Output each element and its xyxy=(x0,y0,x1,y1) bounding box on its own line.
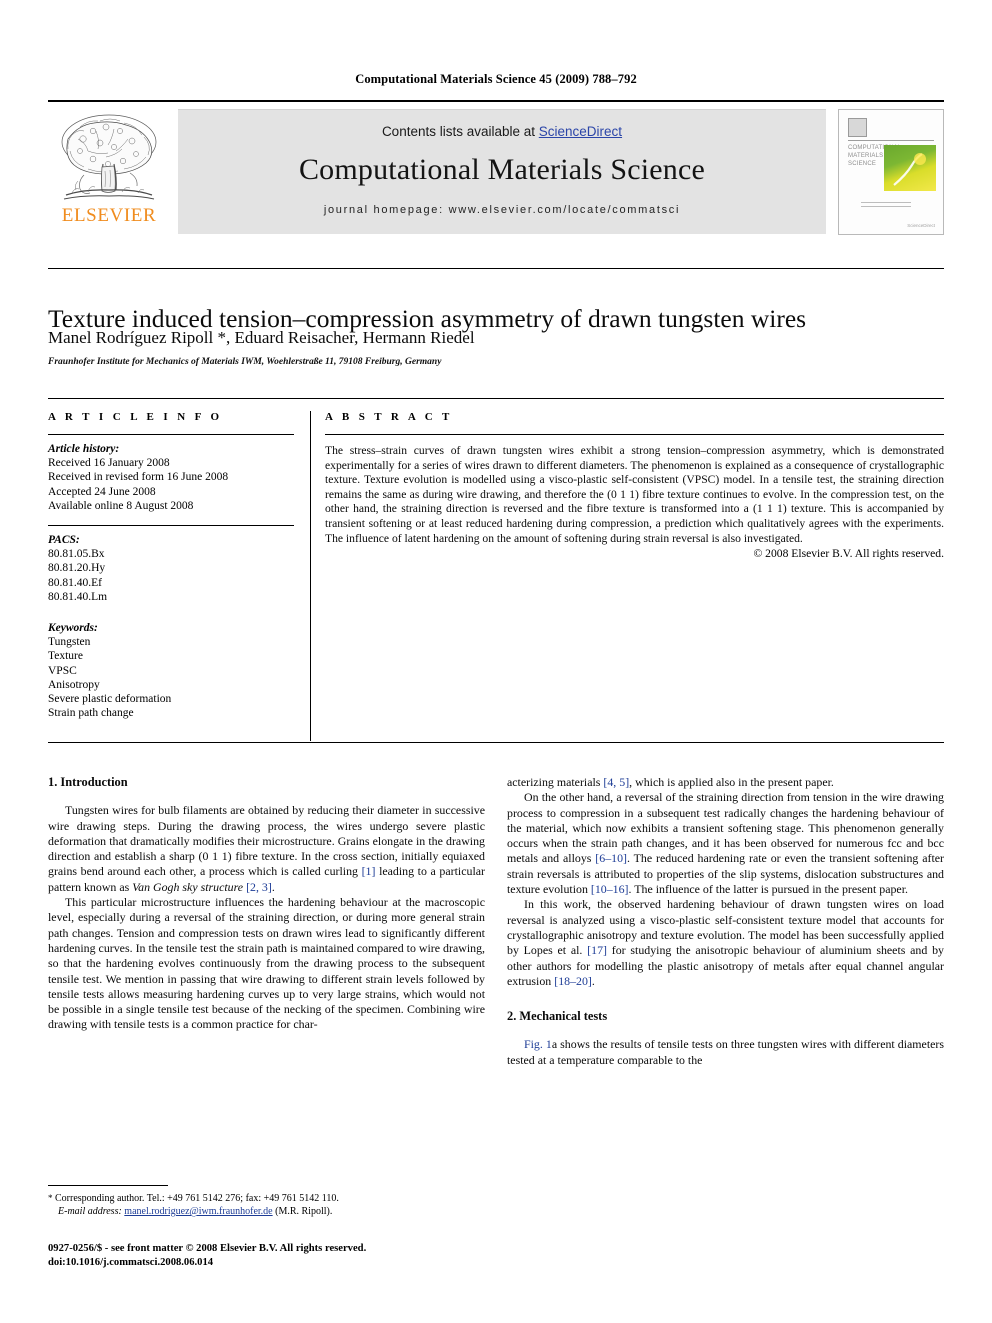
email-label: E-mail address: xyxy=(58,1206,122,1217)
keyword-item: Tungsten xyxy=(48,636,91,649)
body-paragraph: On the other hand, a reversal of the str… xyxy=(507,790,944,897)
cover-footer: ScienceDirect xyxy=(848,223,935,228)
cover-rule xyxy=(848,140,934,141)
footer-issn-line: 0927-0256/$ - see front matter © 2008 El… xyxy=(48,1243,367,1254)
pacs-divider xyxy=(48,525,294,527)
abstract-column: A B S T R A C T The stress–strain curves… xyxy=(325,411,944,560)
keyword-item: Strain path change xyxy=(48,707,134,720)
abstract-bottom-divider xyxy=(48,742,944,743)
footer-doi-line: doi:10.1016/j.commatsci.2008.06.014 xyxy=(48,1256,214,1268)
running-head: Computational Materials Science 45 (2009… xyxy=(355,72,637,86)
keyword-item: Severe plastic deformation xyxy=(48,693,172,706)
footnote-rule xyxy=(48,1185,168,1186)
elsevier-wordmark: ELSEVIER xyxy=(61,205,157,226)
pacs-label: PACS: xyxy=(48,534,80,547)
body-paragraph: Tungsten wires for bulb filaments are ob… xyxy=(48,803,485,894)
abstract-text: The stress–strain curves of drawn tungst… xyxy=(325,444,944,545)
abstract-rule xyxy=(325,434,944,435)
affiliation: Fraunhofer Institute for Mechanics of Ma… xyxy=(48,357,442,367)
article-history-block: Article history: Received 16 January 200… xyxy=(48,442,294,513)
pacs-item: 80.81.20.Hy xyxy=(48,562,106,575)
email-note: E-mail address: manel.rodriguez@iwm.frau… xyxy=(48,1205,485,1218)
body-paragraph: This particular microstructure influence… xyxy=(48,895,485,1032)
journal-homepage-line[interactable]: journal homepage: www.elsevier.com/locat… xyxy=(178,204,826,216)
history-item: Available online 8 August 2008 xyxy=(48,499,194,512)
section-heading-introduction: 1. Introduction xyxy=(48,775,128,789)
author-list: Manel Rodríguez Ripoll *, Eduard Reisach… xyxy=(48,328,475,347)
cover-publisher-badge xyxy=(848,118,867,137)
column-divider xyxy=(310,411,311,741)
email-suffix: (M.R. Ripoll). xyxy=(272,1206,333,1217)
article-history-label: Article history: xyxy=(48,443,120,455)
journal-masthead: ELSEVIER Contents lists available at Sci… xyxy=(48,100,944,235)
journal-banner: Contents lists available at ScienceDirec… xyxy=(178,109,826,234)
keyword-item: Anisotropy xyxy=(48,678,100,691)
sciencedirect-link[interactable]: ScienceDirect xyxy=(539,124,622,139)
citation-link[interactable]: [4, 5] xyxy=(603,775,629,789)
body-paragraph: In this work, the observed hardening beh… xyxy=(507,897,944,988)
page-footer: 0927-0256/$ - see front matter © 2008 El… xyxy=(48,1242,548,1269)
keyword-item: VPSC xyxy=(48,664,77,677)
history-item: Received in revised form 16 June 2008 xyxy=(48,471,229,484)
pacs-item: 80.81.05.Bx xyxy=(48,548,105,561)
elsevier-logo: ELSEVIER xyxy=(48,109,170,233)
pacs-block: PACS: 80.81.05.Bx 80.81.20.Hy 80.81.40.E… xyxy=(48,533,294,604)
citation-link[interactable]: [1] xyxy=(362,864,376,878)
journal-cover-thumbnail: COMPUTATIONAL MATERIALS SCIENCE ScienceD… xyxy=(838,109,944,235)
elsevier-tree-icon xyxy=(48,109,170,207)
body-paragraph: acterizing materials [4, 5], which is ap… xyxy=(507,775,834,789)
abstract-heading: A B S T R A C T xyxy=(325,411,453,423)
cover-footer-right: ScienceDirect xyxy=(907,223,935,228)
pacs-item: 80.81.40.Lm xyxy=(48,590,108,603)
citation-link[interactable]: [17] xyxy=(587,943,607,957)
corresponding-author-note: * Corresponding author. Tel.: +49 761 51… xyxy=(48,1192,485,1205)
section-heading-mechanical-tests: 2. Mechanical tests xyxy=(507,1009,608,1024)
citation-link[interactable]: Fig. 1 xyxy=(524,1037,552,1051)
cover-artwork xyxy=(884,145,936,191)
body-paragraph: Fig. 1a shows the results of tensile tes… xyxy=(507,1037,944,1067)
cover-text-lines xyxy=(861,202,911,210)
keywords-label: Keywords: xyxy=(48,622,98,635)
corresponding-author-text: Corresponding author. Tel.: +49 761 5142… xyxy=(52,1193,339,1204)
title-divider xyxy=(48,268,944,269)
citation-link[interactable]: [18–20] xyxy=(554,974,592,988)
citation-link[interactable]: [2, 3] xyxy=(246,880,272,894)
journal-title: Computational Materials Science xyxy=(298,153,706,186)
body-column-right: acterizing materials [4, 5], which is ap… xyxy=(507,775,944,1068)
article-info-rule xyxy=(48,434,294,435)
footnote-block: * Corresponding author. Tel.: +49 761 51… xyxy=(48,1192,485,1218)
history-item: Received 16 January 2008 xyxy=(48,457,170,470)
email-link[interactable]: manel.rodriguez@iwm.fraunhofer.de xyxy=(124,1206,272,1217)
body-column-left: 1. Introduction Tungsten wires for bulb … xyxy=(48,775,485,1033)
article-info-heading: A R T I C L E I N F O xyxy=(48,411,223,423)
citation-link[interactable]: [10–16] xyxy=(591,882,629,896)
info-divider xyxy=(48,398,944,399)
history-item: Accepted 24 June 2008 xyxy=(48,485,156,498)
keyword-item: Texture xyxy=(48,650,83,663)
right-column-paragraphs: acterizing materials [4, 5], which is ap… xyxy=(507,775,944,989)
abstract-copyright: © 2008 Elsevier B.V. All rights reserved… xyxy=(753,547,944,561)
section2-paragraphs: Fig. 1a shows the results of tensile tes… xyxy=(507,1037,944,1068)
left-column-paragraphs: Tungsten wires for bulb filaments are ob… xyxy=(48,803,485,1032)
paper-page: Computational Materials Science 45 (2009… xyxy=(0,0,992,1323)
citation-link[interactable]: [6–10] xyxy=(595,851,627,865)
pacs-item: 80.81.40.Ef xyxy=(48,576,102,589)
keywords-block: Keywords: Tungsten Texture VPSC Anisotro… xyxy=(48,621,294,720)
article-info-column: A R T I C L E I N F O Article history: R… xyxy=(48,411,294,720)
emphasis-text: Van Gogh sky structure xyxy=(132,879,244,894)
contents-prefix: Contents lists available at xyxy=(381,124,539,139)
contents-available-line: Contents lists available at ScienceDirec… xyxy=(178,110,826,139)
